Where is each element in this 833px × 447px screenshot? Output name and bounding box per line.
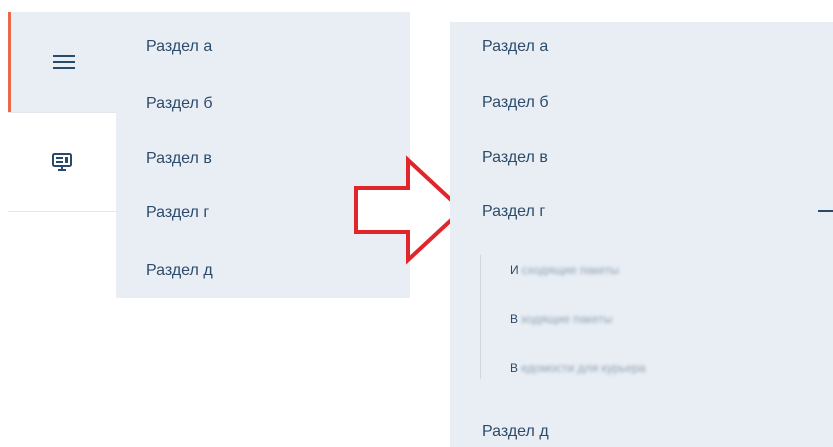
submenu-item-1[interactable]: И сходящие пакеты [510, 263, 619, 277]
menu-item-g[interactable]: Раздел г [146, 204, 209, 222]
menu-item-b[interactable]: Раздел б [482, 94, 549, 112]
submenu-item-3-initial: В [510, 361, 519, 375]
submenu-item-1-rest: сходящие пакеты [521, 263, 619, 277]
submenu-divider [480, 255, 481, 379]
submenu-item-2-rest: ходящие пакеты [521, 312, 613, 326]
submenu-item-3[interactable]: В едомости для курьера [510, 361, 646, 375]
menu-item-v[interactable]: Раздел в [482, 149, 548, 167]
minus-icon[interactable] [818, 210, 833, 212]
menu-item-a[interactable]: Раздел а [482, 38, 548, 56]
menu-item-a[interactable]: Раздел а [146, 38, 212, 56]
rail-empty-cell [8, 212, 116, 298]
menu-item-d[interactable]: Раздел д [482, 423, 549, 441]
menu-item-d[interactable]: Раздел д [146, 262, 213, 280]
icon-rail [8, 12, 116, 298]
menu-item-b[interactable]: Раздел б [146, 95, 213, 113]
submenu-item-2-initial: В [510, 312, 519, 326]
menu-item-v[interactable]: Раздел в [146, 150, 212, 168]
hamburger-icon [52, 51, 75, 73]
submenu-item-2[interactable]: В ходящие пакеты [510, 312, 612, 326]
menu-item-g[interactable]: Раздел г [482, 203, 545, 221]
monitor-icon [52, 153, 72, 171]
submenu-item-1-initial: И [510, 263, 519, 277]
monitor-button[interactable] [8, 112, 116, 212]
menu-toggle-button[interactable] [8, 12, 116, 112]
section-menu-expanded: Раздел а Раздел б Раздел в Раздел г И сх… [450, 22, 833, 447]
submenu-item-3-rest: едомости для курьера [521, 361, 646, 375]
